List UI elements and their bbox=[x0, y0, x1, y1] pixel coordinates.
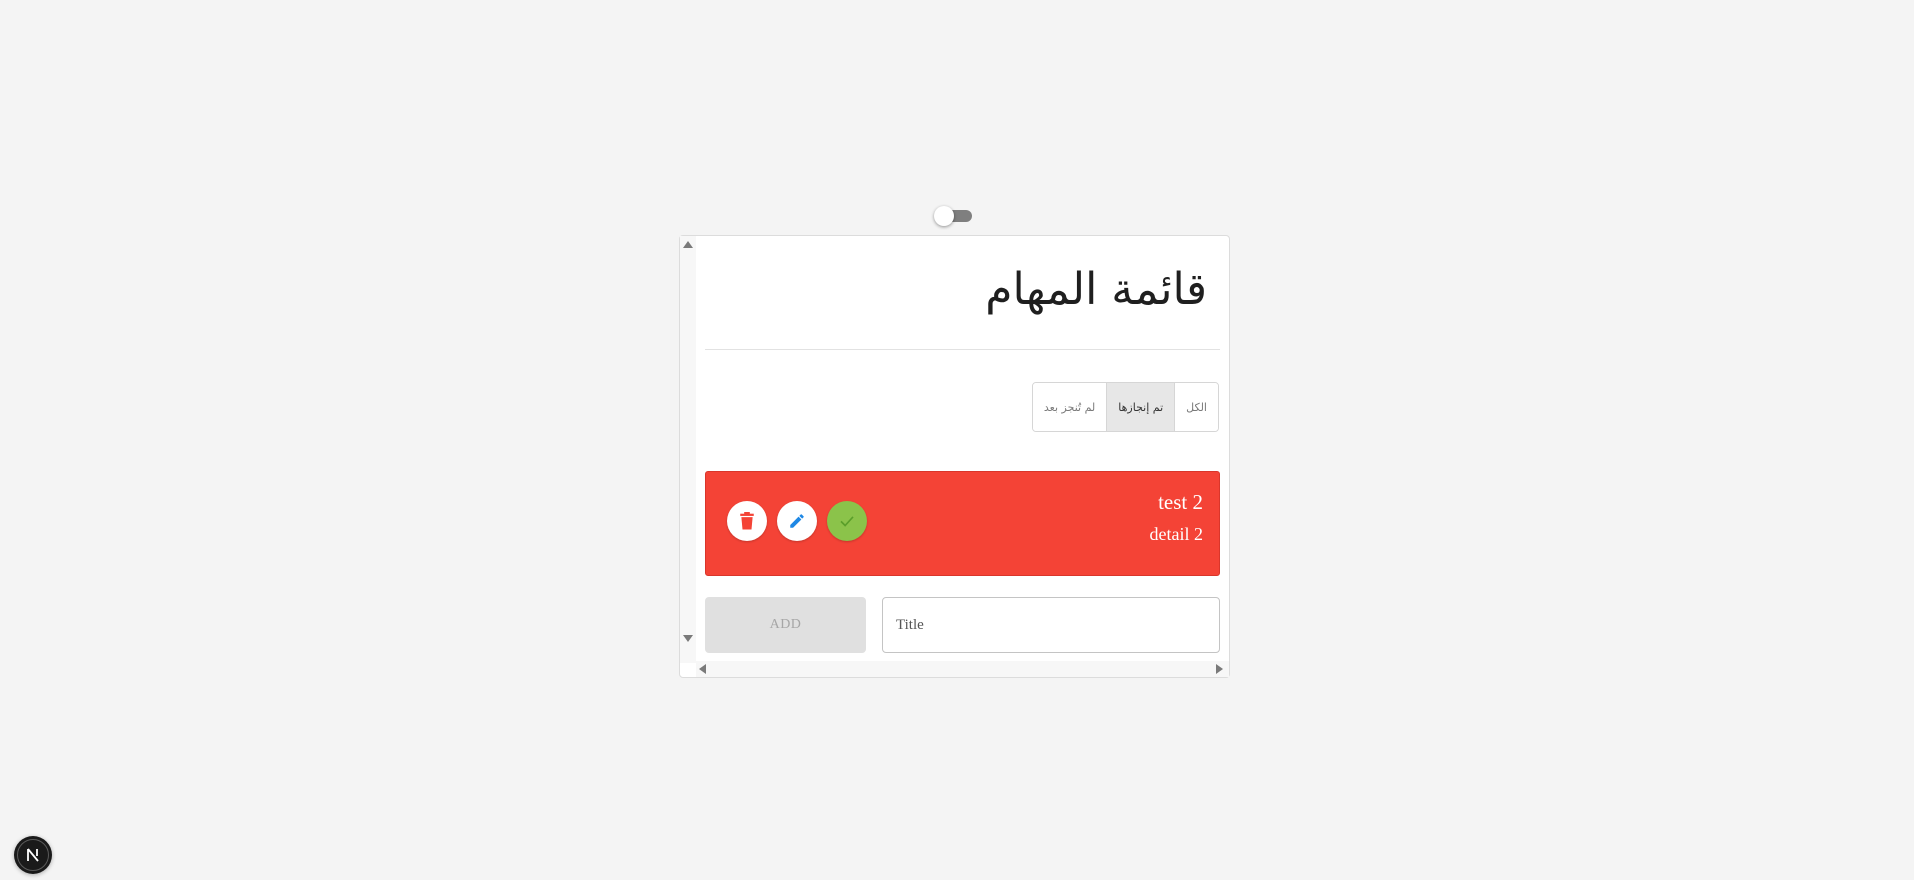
theme-toggle[interactable] bbox=[934, 206, 974, 226]
todo-card: قائمة المهام الكل تم إنجازها لم تُنجز بع… bbox=[679, 235, 1230, 678]
toggle-thumb[interactable] bbox=[934, 206, 954, 226]
filter-not-completed-button[interactable]: لم تُنجز بعد bbox=[1032, 383, 1107, 431]
indicator-ring bbox=[17, 839, 49, 871]
task-title: test 2 bbox=[1158, 490, 1203, 514]
filter-toggle-group: الكل تم إنجازها لم تُنجز بعد bbox=[1031, 382, 1219, 432]
task-detail: detail 2 bbox=[1149, 524, 1203, 544]
edit-button[interactable] bbox=[777, 501, 817, 541]
pencil-icon bbox=[790, 514, 804, 528]
add-button[interactable]: ADD bbox=[705, 597, 866, 653]
filter-all-button[interactable]: الكل bbox=[1174, 383, 1218, 431]
delete-button[interactable] bbox=[727, 501, 767, 541]
trash-icon bbox=[740, 512, 754, 530]
scroll-down-arrow-icon[interactable] bbox=[683, 635, 693, 642]
filter-completed-button[interactable]: تم إنجازها bbox=[1106, 383, 1175, 431]
scroll-right-arrow-icon[interactable] bbox=[1216, 664, 1223, 674]
complete-button[interactable] bbox=[827, 501, 867, 541]
scroll-left-arrow-icon[interactable] bbox=[699, 664, 706, 674]
nextjs-dev-indicator[interactable] bbox=[14, 836, 52, 874]
horizontal-scrollbar[interactable] bbox=[696, 661, 1229, 677]
title-input[interactable] bbox=[882, 597, 1220, 653]
vertical-scrollbar[interactable] bbox=[680, 236, 696, 663]
task-card: test 2 detail 2 bbox=[705, 471, 1220, 576]
check-icon bbox=[840, 516, 854, 527]
scroll-up-arrow-icon[interactable] bbox=[683, 241, 693, 248]
page-title: قائمة المهام bbox=[985, 264, 1207, 315]
title-divider bbox=[705, 349, 1220, 350]
